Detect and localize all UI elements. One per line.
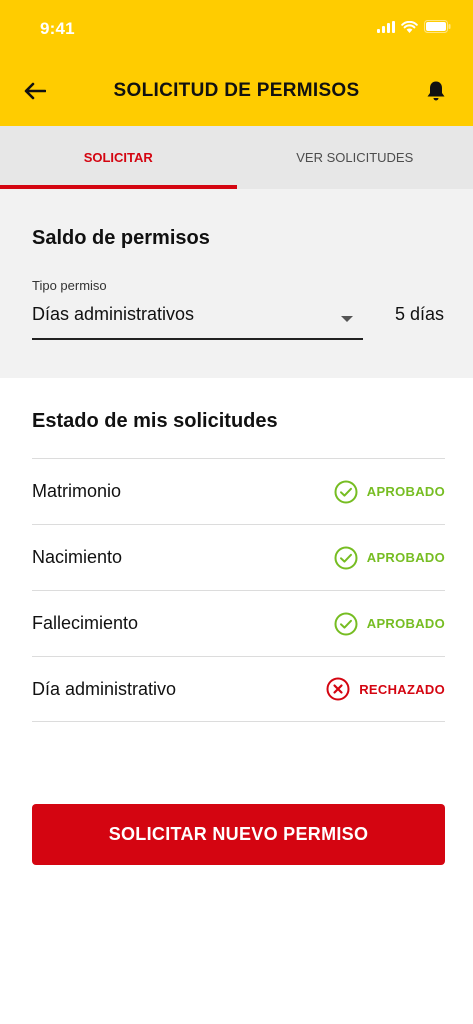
- check-circle-icon: [333, 479, 359, 505]
- notifications-button[interactable]: [421, 76, 451, 106]
- saldo-section: Saldo de permisos Tipo permiso Días admi…: [0, 189, 473, 378]
- status-text: APROBADO: [366, 550, 445, 565]
- request-type-label: Matrimonio: [32, 481, 122, 501]
- list-item[interactable]: Fallecimiento APROBADO: [32, 590, 445, 656]
- check-circle-icon: [333, 611, 359, 637]
- balance-days: 5 días: [394, 304, 444, 324]
- list-item[interactable]: Matrimonio APROBADO: [32, 458, 445, 524]
- request-type-label: Día administrativo: [32, 678, 177, 699]
- request-status-list: Matrimonio APROBADO Nacimiento APROBADO: [32, 458, 445, 722]
- list-item[interactable]: Nacimiento APROBADO: [32, 524, 445, 590]
- request-type-label: Nacimiento: [32, 547, 123, 567]
- status-badge: APROBADO: [333, 545, 445, 571]
- list-item[interactable]: Día administrativo RECHAZADO: [32, 656, 445, 722]
- status-badge: APROBADO: [333, 479, 445, 505]
- wifi-icon: [401, 20, 418, 33]
- status-text: APROBADO: [366, 484, 445, 499]
- tab-solicitar[interactable]: SOLICITAR: [0, 126, 237, 189]
- check-circle-icon: [333, 545, 359, 571]
- saldo-title: Saldo de permisos: [32, 227, 210, 249]
- tab-bar: SOLICITAR VER SOLICITUDES: [0, 126, 473, 189]
- new-request-button[interactable]: SOLICITAR NUEVO PERMISO: [32, 804, 445, 865]
- page-title: SOLICITUD DE PERMISOS: [113, 80, 360, 101]
- status-text: APROBADO: [366, 616, 445, 631]
- tipo-permiso-value: Días administrativos: [32, 304, 195, 324]
- tipo-permiso-select[interactable]: Días administrativos: [32, 294, 363, 340]
- bell-icon: [427, 81, 445, 101]
- request-type-label: Fallecimiento: [32, 613, 139, 633]
- x-circle-icon: [325, 676, 351, 702]
- estado-title: Estado de mis solicitudes: [32, 410, 278, 432]
- caret-down-icon: [341, 316, 353, 322]
- status-bar-time: 9:41: [40, 19, 75, 38]
- status-text: RECHAZADO: [359, 681, 445, 697]
- status-badge: RECHAZADO: [325, 676, 445, 702]
- signal-icon: [377, 20, 395, 33]
- status-badge: APROBADO: [333, 611, 445, 637]
- tab-ver-solicitudes[interactable]: VER SOLICITUDES: [237, 126, 473, 189]
- app-header: 9:41 SOLICITUD DE PERMISOS: [0, 0, 473, 126]
- status-bar-icons: [377, 20, 451, 33]
- battery-icon: [424, 20, 451, 33]
- tipo-permiso-label: Tipo permiso: [32, 278, 107, 293]
